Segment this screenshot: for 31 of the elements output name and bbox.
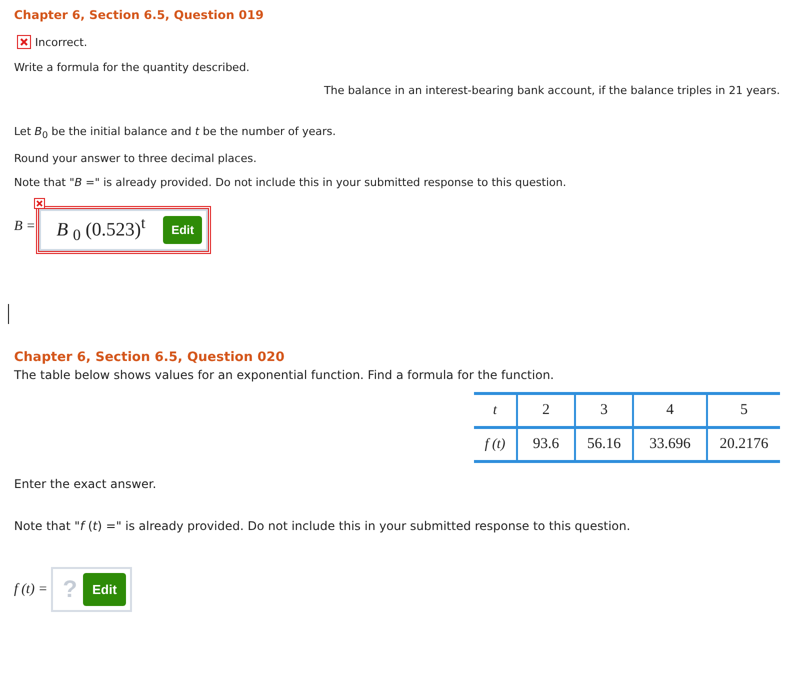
edit-button[interactable]: Edit [83, 573, 126, 606]
note-text: Note that "B =" is already provided. Do not include this in your submitted response to this question. [14, 176, 568, 190]
instruction-text: The table below shows values for an exponential function. Find a formula for the function. [14, 368, 555, 382]
description-text: The balance in an interest-bearing bank account, if the balance triples in 21 years. [322, 84, 780, 97]
question-title: Chapter 6, Section 6.5, Question 019 [14, 8, 265, 22]
table-cell: 56.16 [575, 428, 633, 462]
answer-field[interactable]: ? Edit [50, 567, 132, 612]
edit-button[interactable]: Edit [163, 216, 202, 244]
note-text: Round your answer to three decimal places. [14, 152, 258, 166]
answer-value: B $_{0}$ (0.523)$^{t}$ [56, 215, 146, 246]
text-cursor [8, 304, 9, 324]
table-cell: 3 [575, 394, 633, 428]
table-cell: 4 [633, 394, 707, 428]
note-text: Let B$_{0}$ be the initial balance and t be the number of years. [14, 125, 337, 142]
table-cell: 5 [707, 394, 780, 428]
answer-placeholder: ? [62, 576, 78, 604]
table-cell: 20.2176 [707, 428, 780, 462]
table-cell: 2 [517, 394, 575, 428]
answer-field[interactable]: B $_{0}$ (0.523)$^{t}$ Edit [36, 206, 212, 254]
incorrect-icon [34, 198, 44, 210]
note-text: Enter the exact answer. [14, 477, 158, 492]
row-header: t [474, 394, 517, 428]
answer-prefix: f (t) = [14, 582, 48, 598]
table-cell: 93.6 [517, 428, 575, 462]
instruction-text: Write a formula for the quantity described. [14, 61, 251, 74]
question-title: Chapter 6, Section 6.5, Question 020 [14, 350, 286, 366]
note-text: Note that "f (t) =" is already provided. Do not include this in your submitted response to this question. [14, 519, 632, 534]
status-text: Incorrect. [35, 36, 88, 48]
row-header: f (t) [474, 428, 517, 462]
table-cell: 33.696 [633, 428, 707, 462]
answer-prefix: B = [14, 219, 36, 236]
